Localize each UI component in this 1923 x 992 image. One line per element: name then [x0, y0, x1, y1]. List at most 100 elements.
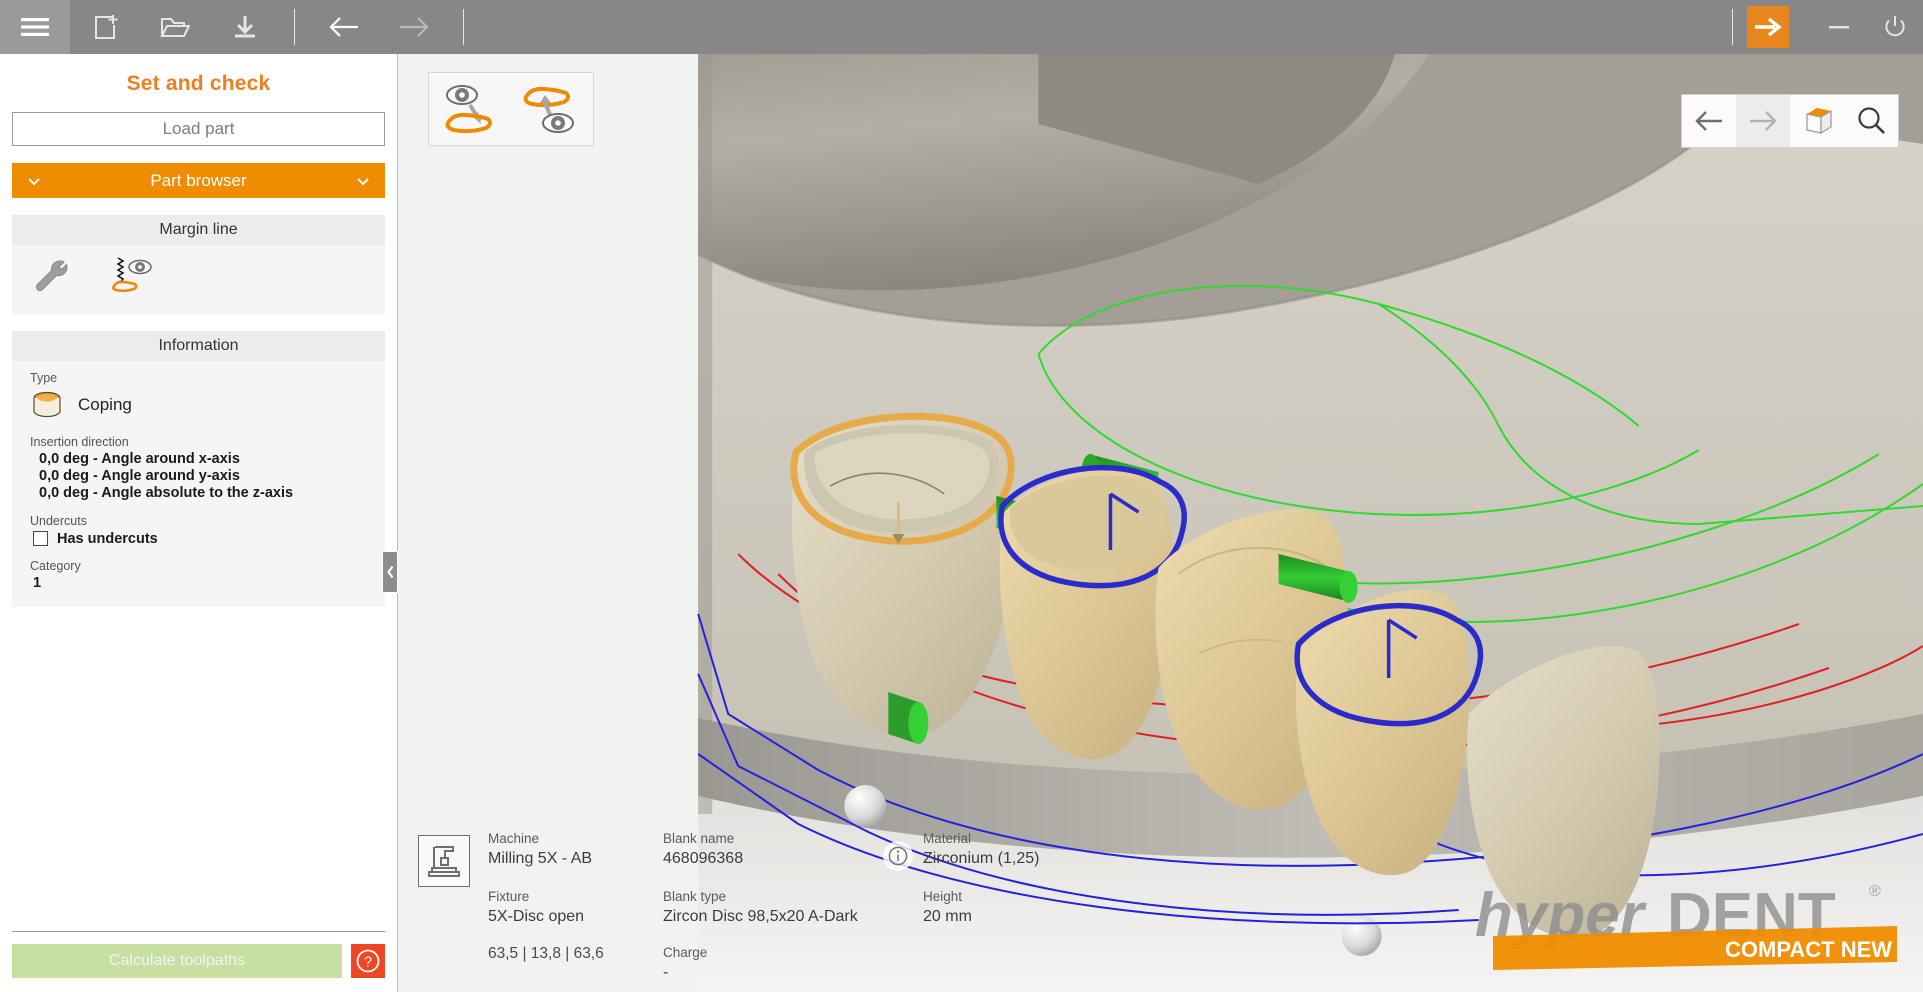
nav-forward-icon [1750, 111, 1777, 131]
hamburger-menu-icon [21, 18, 49, 36]
blank-name-value: 468096368 [663, 850, 744, 868]
margin-line-header: Margin line [12, 215, 385, 245]
milling-machine-icon [428, 846, 460, 878]
sidebar-filler [0, 607, 397, 931]
application-window: Set and check Load part Part browser Mar… [0, 0, 1923, 992]
spacer-cell-2 [883, 945, 923, 982]
chevron-down-right-icon [357, 177, 369, 185]
view-from-below-icon [523, 86, 574, 133]
next-step-button[interactable] [1747, 6, 1789, 48]
blank-info-button[interactable] [883, 841, 913, 872]
nav-forward-button[interactable] [379, 0, 449, 54]
nav-back-icon [1695, 111, 1722, 131]
margin-line-tools [12, 245, 385, 314]
save-button[interactable] [210, 0, 280, 54]
blank-type-value: Zircon Disc 98,5x20 A-Dark [663, 908, 858, 926]
view-from-below-button[interactable] [511, 77, 589, 141]
height-label: Height [923, 889, 963, 905]
minimize-icon [1829, 26, 1849, 29]
machine-field: Machine Milling 5X - AB [488, 831, 663, 871]
blank-name-label: Blank name [663, 831, 735, 847]
hamburger-menu-button[interactable] [0, 0, 70, 54]
machine-label: Machine [488, 831, 540, 847]
charge-field: Charge - [663, 945, 883, 982]
material-value: Zirconium (1,25) [923, 850, 1040, 868]
information-header: Information [12, 331, 385, 361]
insertion-y: 0,0 deg - Angle around y-axis [39, 467, 240, 484]
nav-back-button[interactable] [309, 0, 379, 54]
spacer-cell-3 [923, 945, 1123, 982]
view-direction-toolbar [428, 72, 594, 146]
info-grid: Machine Milling 5X - AB Blank name 46809… [488, 831, 1123, 982]
coping-crown-icon [33, 391, 61, 418]
blank-type-label: Blank type [663, 889, 727, 905]
chevron-down-left-icon [28, 177, 40, 185]
category-value: 1 [33, 574, 42, 591]
new-document-button[interactable] [70, 0, 140, 54]
part-browser-toggle[interactable]: Part browser [12, 163, 385, 198]
3d-viewport[interactable]: hyper DENT ® COMPACT NEW Machine Milling… [398, 54, 1923, 992]
machine-value: Milling 5X - AB [488, 850, 593, 868]
power-icon [1885, 16, 1905, 37]
spacer-cell [883, 889, 923, 926]
new-document-icon [95, 15, 118, 39]
fit-view-button[interactable] [1790, 95, 1844, 147]
has-undercuts-checkbox[interactable] [33, 531, 48, 547]
type-row: Coping [30, 389, 367, 421]
power-button[interactable] [1867, 0, 1923, 54]
has-undercuts-label: Has undercuts [57, 530, 158, 547]
toolbar-divider-3 [1732, 9, 1733, 45]
edit-margin-eye-icon [112, 257, 152, 293]
wrench-icon [35, 260, 68, 292]
margin-line-settings-button[interactable] [26, 252, 82, 302]
material-label: Material [923, 831, 972, 847]
insertion-z: 0,0 deg - Angle absolute to the z-axis [39, 484, 294, 501]
height-field: Height 20 mm [923, 889, 1123, 926]
machine-icon-box [418, 835, 470, 888]
margin-line-preview-button[interactable] [102, 252, 158, 302]
insertion-x: 0,0 deg - Angle around x-axis [39, 451, 240, 467]
open-folder-button[interactable] [140, 0, 210, 54]
blank-name-field: Blank name 468096368 [663, 831, 883, 871]
blank-type-field: Blank type Zircon Disc 98,5x20 A-Dark [663, 889, 883, 926]
view-from-above-button[interactable] [433, 77, 511, 141]
toolbar-divider-1 [294, 9, 295, 45]
chevron-left-icon [386, 565, 393, 579]
charge-value: - [663, 963, 669, 981]
type-label: Type [30, 371, 58, 385]
has-undercuts-row[interactable]: Has undercuts [30, 531, 367, 547]
page-title: Set and check [126, 72, 271, 95]
information-body: Type Coping Insertion direction 0,0 deg … [12, 361, 385, 607]
svg-text:?: ? [364, 955, 372, 971]
type-value: Coping [78, 395, 132, 414]
view-from-above-icon [445, 85, 493, 134]
fixture-value: 5X-Disc open [488, 908, 585, 926]
open-folder-icon [160, 18, 190, 37]
coordinates-field: 63,5 | 13,8 | 63,6 [488, 945, 663, 982]
undercuts-label: Undercuts [30, 513, 87, 528]
sidebar-collapse-handle[interactable] [382, 551, 398, 593]
view-forward-button[interactable] [1736, 95, 1790, 147]
view-back-button[interactable] [1682, 95, 1736, 147]
material-field: Material Zirconium (1,25) [923, 831, 1123, 871]
fixture-label: Fixture [488, 889, 530, 905]
zoom-button[interactable] [1844, 95, 1898, 147]
fit-view-cube-icon [1806, 108, 1832, 135]
height-value: 20 mm [923, 908, 972, 926]
main-body: Set and check Load part Part browser Mar… [0, 54, 1923, 992]
help-button[interactable]: ? [351, 944, 385, 978]
blank-info-panel: Machine Milling 5X - AB Blank name 46809… [418, 831, 1123, 982]
info-fields: Machine Milling 5X - AB Blank name 46809… [488, 831, 1123, 982]
part-browser-label: Part browser [150, 170, 247, 190]
view-nav-toolbar [1681, 94, 1899, 148]
insertion-direction-label: Insertion direction [30, 435, 129, 449]
coordinates-value: 63,5 | 13,8 | 63,6 [488, 944, 604, 962]
fixture-field: Fixture 5X-Disc open [488, 889, 663, 926]
zoom-magnifier-icon [1858, 107, 1885, 134]
arrow-right-bold-icon [1755, 17, 1782, 37]
margin-line-body [12, 245, 385, 314]
calculate-toolpaths-button[interactable]: Calculate toolpaths [12, 944, 342, 978]
info-circle-icon [888, 846, 908, 866]
load-part-button[interactable]: Load part [12, 112, 385, 146]
minimize-button[interactable] [1811, 0, 1867, 54]
